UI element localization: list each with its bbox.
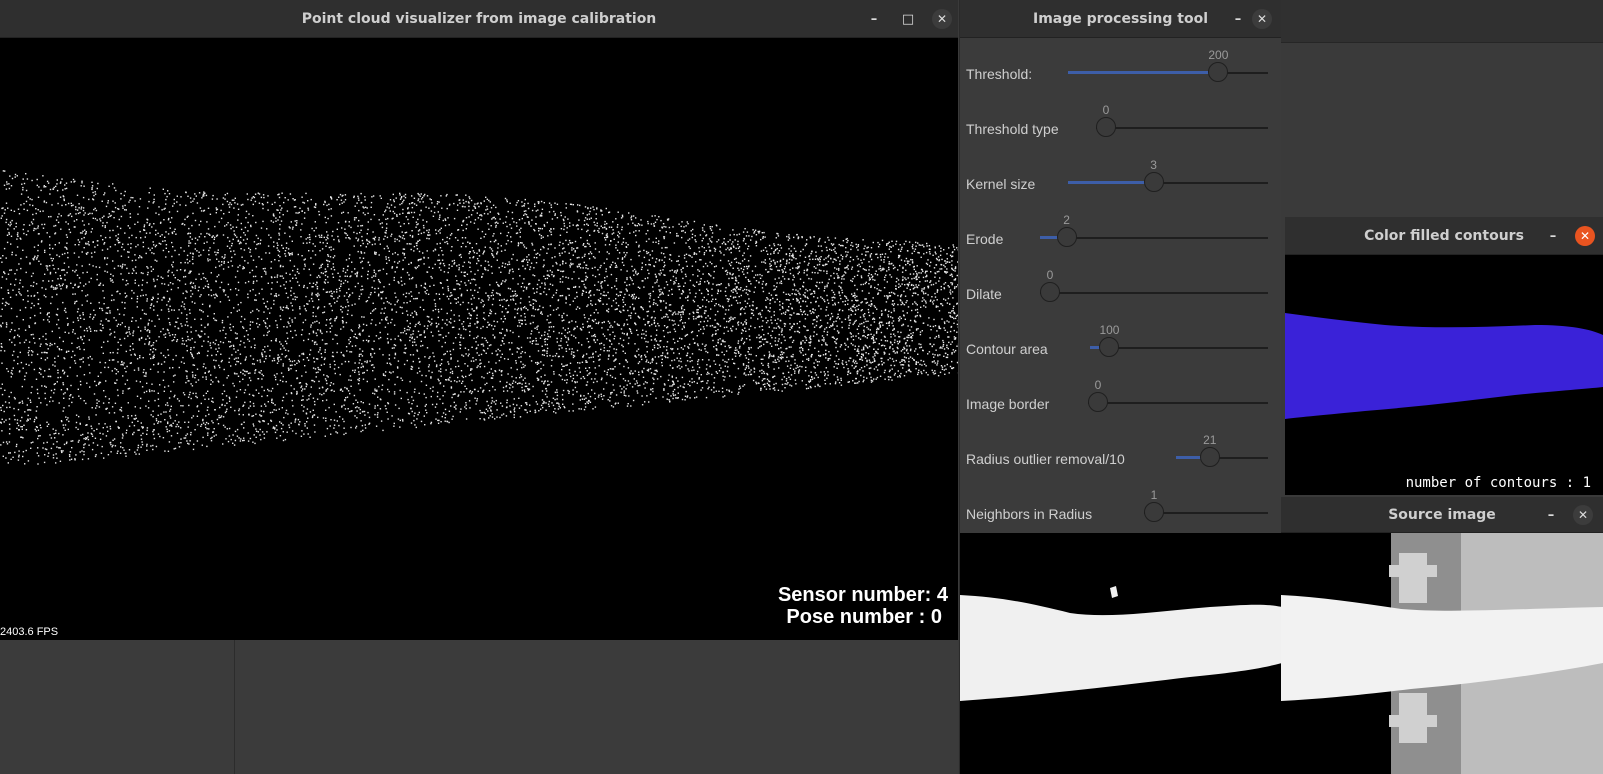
empty-background-area [0,640,958,774]
slider-label: Image border [966,396,1050,412]
source-image-window: Source image – ✕ [1281,497,1603,774]
slider-handle[interactable] [1143,172,1164,192]
slider-fill [1068,181,1154,184]
slider-row: Kernel size 3 [960,158,1281,213]
slider-label: Threshold: [966,66,1033,82]
slider-handle[interactable] [1056,227,1077,247]
minimize-button[interactable]: – [1541,505,1561,525]
slider-value: 1 [1150,488,1158,502]
source-titlebar[interactable]: Source image – ✕ [1281,497,1603,533]
slider-row: Erode 2 [960,213,1281,268]
slider-value: 0 [1094,378,1102,392]
color-filled-contours-window: Color filled contours – ✕ number of cont… [1285,217,1603,495]
slider-value: 0 [1102,103,1110,117]
slider-label: Neighbors in Radius [966,506,1093,522]
close-button[interactable]: ✕ [1573,505,1593,525]
slider-handle[interactable] [1040,282,1060,302]
sensor-number-label: Sensor number: 4 [777,584,948,606]
slider-handle[interactable] [1088,392,1108,412]
point-cloud-titlebar[interactable]: Point cloud visualizer from image calibr… [0,0,958,38]
point-cloud-render [0,170,958,465]
slider-label: Erode [966,231,1004,247]
image-processing-tool-window: Image processing tool – ✕ Threshold: 200 T… [959,0,1281,774]
slider-fill [1068,71,1219,74]
slider-value: 3 [1150,158,1157,172]
point-cloud-window-title: Point cloud visualizer from image calibr… [301,10,657,27]
divider [234,640,235,774]
slider-handle[interactable] [1096,117,1116,137]
image-processing-titlebar[interactable]: Image processing tool – ✕ [960,0,1281,38]
slider-label: Kernel size [966,176,1036,192]
slider-value: 2 [1063,213,1070,227]
slider-handle[interactable] [1208,62,1229,82]
source-image [1281,533,1603,774]
slider-row: Image border 0 [960,378,1281,433]
slider-track[interactable] [1040,292,1268,294]
slider-value: 0 [1046,268,1054,282]
slider-value: 21 [1203,433,1217,447]
minimize-button[interactable]: – [1543,226,1563,246]
slider-value: 200 [1208,48,1229,62]
close-button[interactable]: ✕ [1575,226,1595,246]
point-cloud-window: Point cloud visualizer from image calibr… [0,0,958,640]
point-cloud-viewport[interactable]: Sensor number: 4 Pose number : 0 2403.6 … [0,38,958,640]
slider-row: Radius outlier removal/10 21 [960,433,1281,488]
source-image-render [1281,533,1603,774]
contour-fill-preview [1285,313,1603,419]
threshold-preview [960,586,1281,701]
thresholded-image [960,533,1281,774]
slider-row: Threshold type 0 [960,103,1281,158]
slider-row: Dilate 0 [960,268,1281,323]
pose-number-label: Pose number : 0 [786,606,942,628]
contours-image: number of contours : 1 [1285,255,1603,495]
slider-handle[interactable] [1199,447,1220,467]
minimize-button[interactable]: – [864,9,884,29]
slider-handle[interactable] [1099,337,1120,357]
maximize-button[interactable]: □ [898,9,918,29]
slider-track[interactable] [1096,127,1268,129]
minimize-button[interactable]: – [1228,9,1248,29]
slider-label: Contour area [966,341,1048,357]
slider-label: Dilate [966,286,1002,302]
slider-value: 100 [1099,323,1120,337]
background-window-strip [1281,0,1603,43]
contours-titlebar[interactable]: Color filled contours – ✕ [1285,217,1603,255]
slider-label: Radius outlier removal/10 [966,451,1125,467]
fps-counter: 2403.6 FPS [0,626,59,638]
slider-track[interactable] [1088,402,1268,404]
close-button[interactable]: ✕ [1252,9,1272,29]
slider-row: Threshold: 200 [960,48,1281,103]
slider-row: Contour area 100 [960,323,1281,378]
contour-count-label: number of contours : 1 [1405,475,1591,491]
slider-handle[interactable] [1144,502,1164,522]
close-button[interactable]: ✕ [932,9,952,29]
slider-label: Threshold type [966,121,1059,137]
